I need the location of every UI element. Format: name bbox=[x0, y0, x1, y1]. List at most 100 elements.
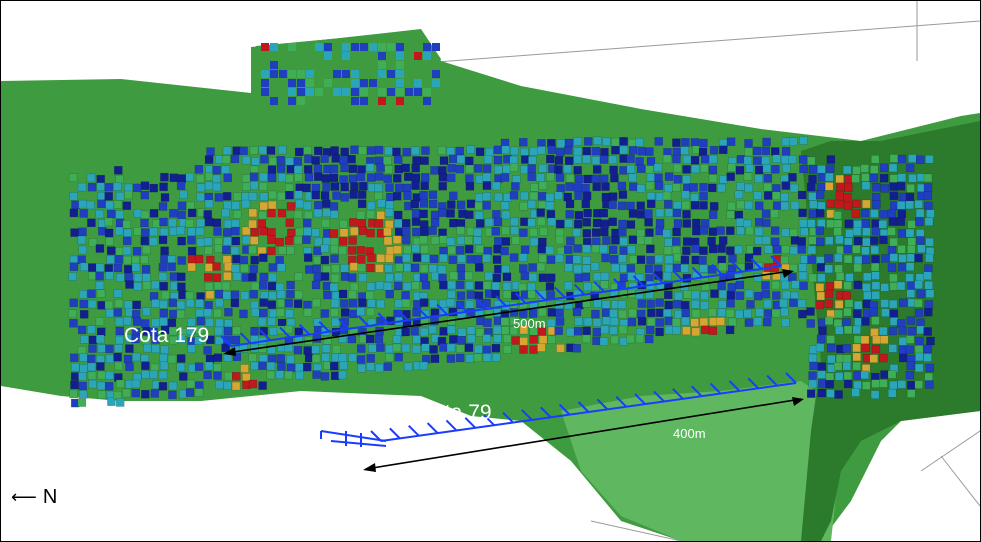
model-block bbox=[771, 308, 781, 318]
model-block bbox=[700, 291, 709, 301]
model-block bbox=[798, 218, 808, 228]
model-block bbox=[880, 370, 889, 379]
model-block bbox=[581, 272, 591, 282]
model-block bbox=[338, 353, 347, 362]
model-block bbox=[628, 308, 637, 318]
model-block bbox=[360, 97, 368, 105]
model-block bbox=[315, 43, 323, 51]
model-block bbox=[861, 255, 871, 264]
model-block bbox=[662, 154, 672, 164]
model-block bbox=[456, 236, 466, 245]
model-block bbox=[385, 353, 394, 362]
model-block bbox=[297, 70, 305, 78]
model-block bbox=[392, 235, 402, 244]
model-block bbox=[483, 318, 492, 328]
model-block bbox=[105, 271, 114, 280]
model-block bbox=[378, 97, 386, 105]
model-block bbox=[249, 172, 259, 181]
model-block bbox=[96, 182, 105, 191]
model-block bbox=[95, 263, 105, 272]
model-block bbox=[699, 264, 708, 273]
model-block bbox=[261, 79, 269, 87]
model-block bbox=[835, 235, 844, 245]
model-block bbox=[357, 190, 367, 199]
model-block bbox=[349, 309, 358, 319]
model-block bbox=[835, 272, 845, 281]
model-block bbox=[167, 262, 176, 271]
model-block bbox=[465, 300, 475, 309]
model-block bbox=[401, 163, 410, 173]
model-block bbox=[169, 209, 178, 218]
model-block bbox=[250, 281, 260, 291]
model-block bbox=[176, 300, 186, 310]
model-block bbox=[403, 245, 412, 255]
model-block bbox=[609, 165, 618, 175]
model-block bbox=[872, 200, 881, 209]
model-block bbox=[403, 263, 412, 273]
model-block bbox=[374, 363, 384, 373]
model-block bbox=[754, 217, 764, 227]
model-block bbox=[527, 218, 536, 227]
model-block bbox=[385, 344, 394, 354]
model-block bbox=[915, 336, 924, 346]
model-block bbox=[286, 280, 295, 290]
model-block bbox=[378, 43, 386, 51]
model-viewport[interactable]: Cota 179 500m Cota 79 400m ⟵ N bbox=[0, 0, 981, 542]
model-block bbox=[871, 344, 881, 354]
model-block bbox=[114, 299, 124, 308]
model-block bbox=[592, 165, 602, 174]
model-block bbox=[187, 235, 196, 245]
model-block bbox=[68, 309, 77, 319]
model-block bbox=[691, 164, 700, 174]
model-block bbox=[682, 237, 692, 246]
model-block bbox=[122, 388, 131, 398]
model-block bbox=[266, 370, 276, 380]
model-block bbox=[187, 262, 196, 272]
model-block bbox=[780, 201, 789, 211]
model-block bbox=[692, 226, 701, 236]
model-block bbox=[423, 88, 431, 96]
model-block bbox=[923, 327, 932, 336]
model-block bbox=[221, 281, 231, 291]
model-block bbox=[914, 280, 923, 290]
model-block bbox=[231, 201, 241, 210]
model-block bbox=[744, 318, 754, 327]
model-block bbox=[844, 299, 854, 308]
model-block bbox=[752, 146, 762, 156]
model-block bbox=[664, 264, 674, 273]
model-block bbox=[320, 244, 330, 253]
model-block bbox=[761, 156, 771, 165]
model-block bbox=[302, 362, 312, 372]
model-block bbox=[338, 237, 348, 246]
model-block bbox=[789, 246, 799, 255]
model-block bbox=[808, 379, 817, 389]
model-block bbox=[538, 254, 548, 263]
model-block bbox=[635, 137, 644, 147]
model-block bbox=[734, 190, 744, 199]
model-block bbox=[158, 202, 168, 211]
model-block bbox=[664, 316, 673, 326]
model-block bbox=[842, 344, 851, 353]
model-block bbox=[332, 345, 341, 354]
model-block bbox=[824, 182, 834, 191]
model-block bbox=[288, 88, 296, 96]
model-block bbox=[357, 263, 366, 273]
model-block bbox=[122, 201, 132, 210]
model-block bbox=[383, 362, 393, 371]
model-block bbox=[151, 299, 160, 308]
model-block bbox=[727, 282, 737, 292]
model-block bbox=[77, 235, 87, 245]
model-block bbox=[889, 282, 899, 291]
model-block bbox=[511, 182, 520, 191]
model-block bbox=[311, 280, 321, 290]
model-block bbox=[366, 201, 376, 211]
model-block bbox=[880, 299, 889, 308]
model-block bbox=[871, 379, 880, 388]
model-block bbox=[664, 172, 674, 181]
model-block bbox=[131, 310, 141, 319]
model-block bbox=[735, 291, 744, 300]
model-block bbox=[366, 146, 376, 155]
model-block bbox=[88, 379, 97, 389]
model-block bbox=[311, 354, 321, 364]
model-block bbox=[554, 165, 563, 174]
